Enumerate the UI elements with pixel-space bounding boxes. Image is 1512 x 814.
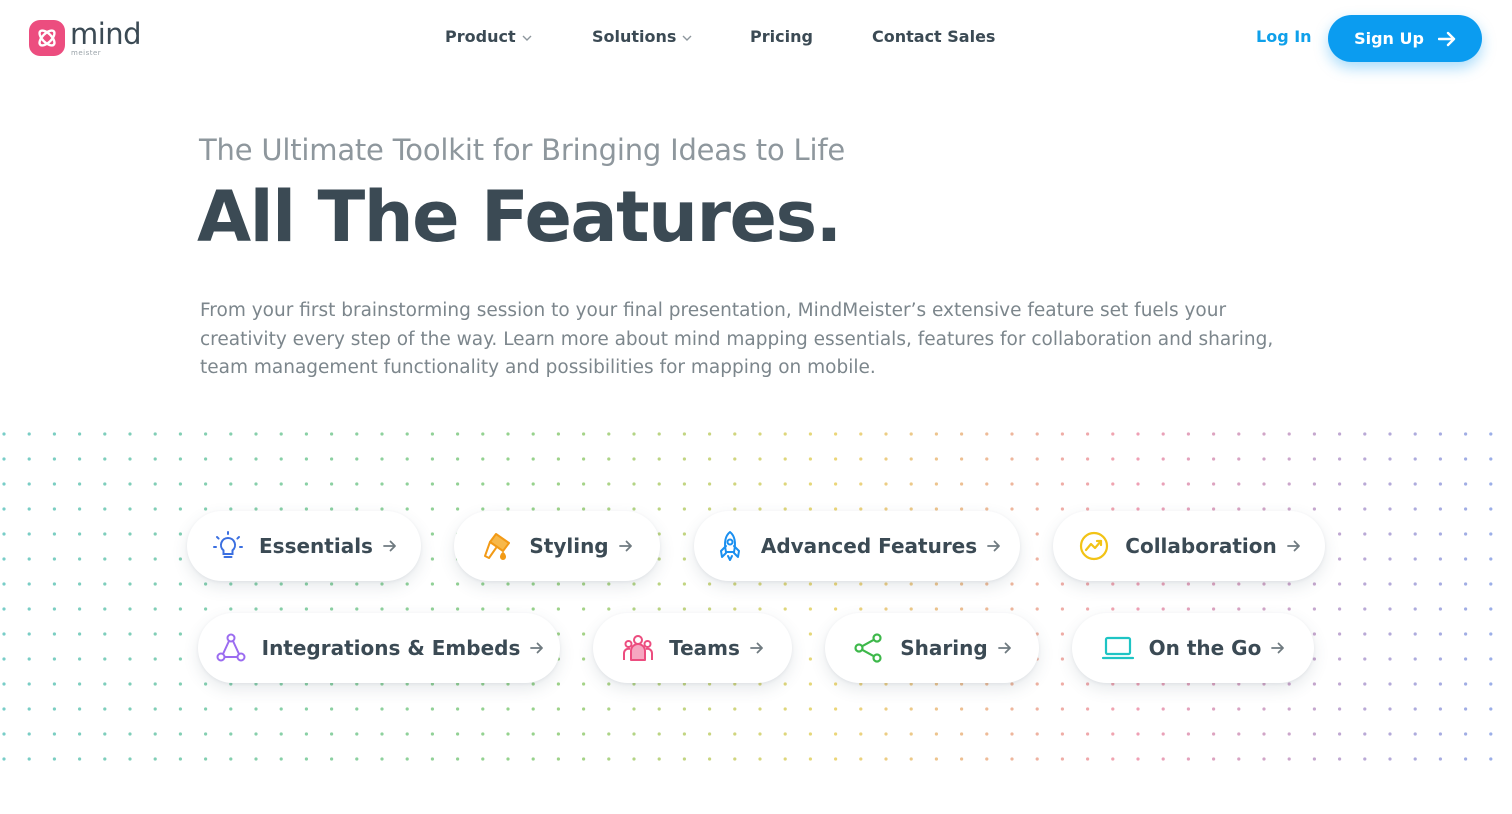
logo-word: mind <box>70 17 142 51</box>
signup-label: Sign Up <box>1354 29 1424 48</box>
feature-label: Collaboration <box>1125 534 1277 558</box>
arrow-right-icon <box>997 642 1012 654</box>
feature-sharing[interactable]: Sharing <box>825 613 1039 683</box>
nav-product-label: Product <box>445 27 516 46</box>
mindmeister-logo[interactable]: mind meister <box>29 17 142 57</box>
feature-label: Integrations & Embeds <box>261 636 521 660</box>
chevron-down-icon <box>682 35 692 41</box>
feature-label: Styling <box>529 534 609 558</box>
nav-solutions[interactable]: Solutions <box>592 27 692 46</box>
paint-bucket-icon <box>481 529 515 563</box>
nav-contact-sales-label: Contact Sales <box>872 27 996 46</box>
arrow-right-icon <box>749 642 764 654</box>
feature-label: On the Go <box>1148 636 1262 660</box>
nav-product[interactable]: Product <box>445 27 532 46</box>
site-header: mind meister Product Solutions Pricing C… <box>0 0 1512 76</box>
feature-label: Teams <box>669 636 740 660</box>
arrow-right-icon <box>383 540 397 552</box>
arrow-right-icon <box>1271 642 1285 654</box>
feature-integrations-embeds[interactable]: Integrations & Embeds <box>198 613 560 683</box>
arrow-right-icon <box>987 540 1001 552</box>
feature-styling[interactable]: Styling <box>454 511 660 581</box>
feature-collaboration[interactable]: Collaboration <box>1053 511 1325 581</box>
nav-contact-sales[interactable]: Contact Sales <box>872 27 995 46</box>
nav-solutions-label: Solutions <box>592 27 677 46</box>
feature-label: Advanced Features <box>760 534 978 558</box>
chevron-down-icon <box>522 35 532 41</box>
feature-teams[interactable]: Teams <box>593 613 792 683</box>
nodes-icon <box>214 631 248 665</box>
nav-pricing[interactable]: Pricing <box>750 27 813 46</box>
share-icon <box>852 631 886 665</box>
arrow-right-icon <box>530 642 544 654</box>
arrow-right-icon <box>1286 540 1301 552</box>
feature-on-the-go[interactable]: On the Go <box>1072 613 1314 683</box>
rocket-icon <box>713 529 747 563</box>
logo-sub: meister <box>71 49 102 57</box>
lightbulb-icon <box>211 529 245 563</box>
feature-advanced-features[interactable]: Advanced Features <box>694 511 1020 581</box>
trending-circle-icon <box>1077 529 1111 563</box>
nav-pricing-label: Pricing <box>750 27 813 46</box>
arrow-right-icon <box>618 540 633 552</box>
dots-background <box>2 432 1493 761</box>
feature-label: Sharing <box>900 636 988 660</box>
hero-intro: From your first brainstorming session to… <box>200 300 1274 378</box>
laptop-icon <box>1101 631 1135 665</box>
login-link[interactable]: Log In <box>1256 27 1312 46</box>
feature-essentials[interactable]: Essentials <box>187 511 421 581</box>
page-title: All The Features. <box>197 176 842 258</box>
feature-label: Essentials <box>259 534 373 558</box>
signup-button[interactable]: Sign Up <box>1328 15 1482 62</box>
arrow-right-icon <box>1437 31 1456 46</box>
hero-kicker: The Ultimate Toolkit for Bringing Ideas … <box>199 133 846 167</box>
logo-mark-icon <box>29 20 65 56</box>
team-icon <box>621 631 655 665</box>
